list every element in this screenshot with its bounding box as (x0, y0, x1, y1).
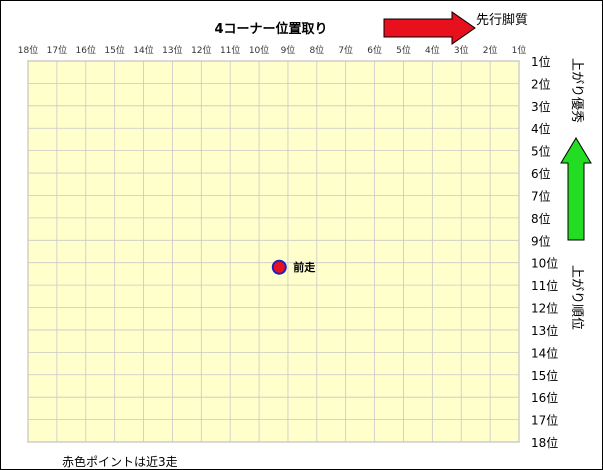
x-tick-label: 15位 (104, 44, 124, 56)
data-point-label: 前走 (293, 260, 315, 274)
data-point (271, 259, 287, 275)
arrow-up-icon (560, 137, 592, 241)
y-tick-label: 1位 (531, 54, 551, 69)
y-tick-label: 12位 (531, 301, 558, 316)
y-tick-label: 14位 (531, 345, 558, 360)
y-tick-label: 3位 (531, 99, 551, 114)
y-tick-label: 13位 (531, 323, 558, 338)
x-tick-labels: 18位 17位 16位 15位 14位 13位 12位 11位 10位 9位 8位 7位 6位 5位 4位 3… (18, 44, 527, 56)
y-tick-label: 2位 (531, 76, 551, 91)
y-tick-label: 4位 (531, 121, 551, 136)
y-tick-label: 8位 (531, 211, 551, 226)
y-tick-label: 6位 (531, 166, 551, 181)
y-tick-label: 15位 (531, 368, 558, 383)
x-tick-label: 2位 (483, 44, 498, 56)
x-tick-label: 8位 (309, 44, 324, 56)
y-tick-label: 16位 (531, 390, 558, 405)
x-tick-label: 4位 (425, 44, 440, 56)
y-tick-label: 11位 (531, 278, 558, 293)
x-tick-label: 17位 (47, 44, 67, 56)
x-tick-label: 14位 (133, 44, 153, 56)
y-tick-label: 10位 (531, 256, 558, 271)
x-tick-label: 7位 (338, 44, 353, 56)
scatter-chart: 18位 17位 16位 15位 14位 13位 12位 11位 10位 9位 8位 7位 6位 5位 4位 3… (18, 11, 592, 469)
y-tick-label: 18位 (531, 435, 558, 450)
x-tick-label: 18位 (18, 44, 38, 56)
y-tick-labels: 1位 2位 3位 4位 5位 6位 7位 8位 9位 10位 11位 12位 13位 14位 15位 16位 1… (531, 54, 558, 450)
plot-area (27, 60, 520, 443)
y-tick-label: 7位 (531, 188, 551, 203)
y-tick-label: 5位 (531, 144, 551, 159)
x-tick-label: 10位 (249, 44, 269, 56)
x-tick-label: 5位 (396, 44, 411, 56)
y-tick-label: 9位 (531, 233, 551, 248)
x-axis-direction-label: 先行脚質 (476, 12, 528, 28)
x-tick-label: 6位 (367, 44, 382, 56)
y-axis-direction-label: 上がり優秀 (569, 58, 584, 123)
y-axis-label: 上がり順位 (569, 265, 584, 330)
data-points: 前走 (271, 259, 315, 275)
x-tick-label: 3位 (454, 44, 469, 56)
x-tick-label: 16位 (76, 44, 96, 56)
arrow-right-icon (383, 11, 476, 45)
x-tick-label: 12位 (191, 44, 211, 56)
footnote: 赤色ポイントは近3走 (62, 455, 178, 469)
x-tick-label: 1位 (512, 44, 527, 56)
x-tick-label: 9位 (281, 44, 296, 56)
x-tick-label: 13位 (162, 44, 182, 56)
chart-title: 4コーナー位置取り (214, 21, 327, 37)
y-tick-label: 17位 (531, 413, 558, 428)
x-tick-label: 11位 (220, 44, 240, 56)
